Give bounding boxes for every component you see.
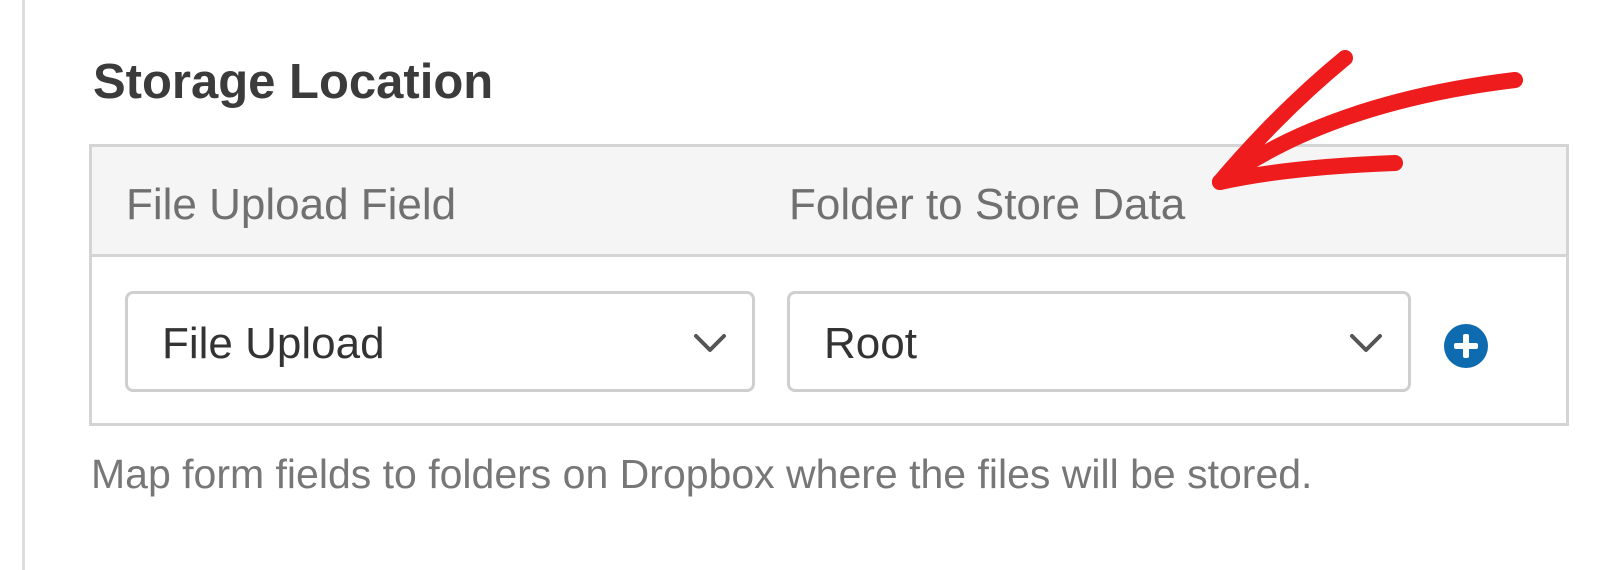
column-header-folder: Folder to Store Data: [789, 180, 1186, 229]
file-upload-field-value: File Upload: [162, 319, 385, 368]
folder-value: Root: [824, 319, 917, 368]
page: Storage Location File Upload Field Folde…: [0, 0, 1600, 570]
chevron-down-icon: [1350, 334, 1382, 352]
chevron-down-icon: [694, 334, 726, 352]
left-divider: [22, 0, 25, 570]
plus-circle-icon[interactable]: [1443, 323, 1489, 369]
storage-mapping-table: File Upload Field Folder to Store Data F…: [89, 144, 1569, 426]
section-title: Storage Location: [93, 55, 494, 109]
table-header: File Upload Field Folder to Store Data: [92, 147, 1566, 257]
file-upload-field-select[interactable]: File Upload: [125, 291, 755, 392]
help-text: Map form fields to folders on Dropbox wh…: [91, 451, 1313, 497]
column-header-file-upload-field: File Upload Field: [126, 180, 457, 229]
folder-select[interactable]: Root: [787, 291, 1411, 392]
